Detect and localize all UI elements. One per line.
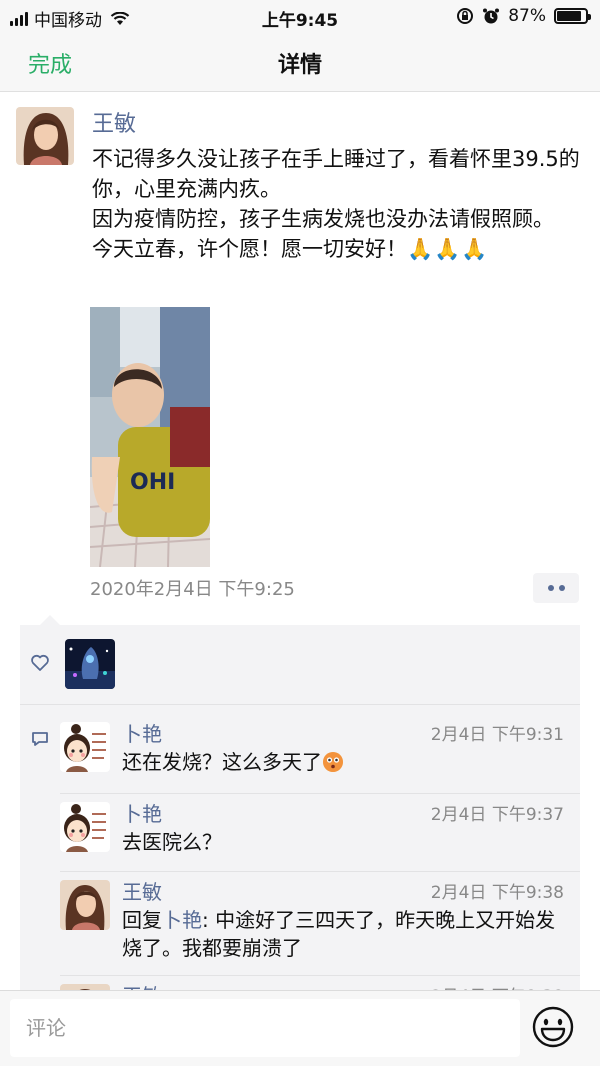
post-author-name[interactable]: 王敏 bbox=[92, 106, 136, 138]
comment-text: 还在发烧？这么多天了 bbox=[122, 750, 322, 774]
commenter-name[interactable]: 卜艳 bbox=[122, 718, 162, 747]
post-text-line: 不记得多久没让孩子在手上睡过了，看着怀里39.5的你，心里充满内疚。 bbox=[92, 147, 580, 201]
post-text: 不记得多久没让孩子在手上睡过了，看着怀里39.5的你，心里充满内疚。 因为疫情防… bbox=[92, 144, 582, 264]
author-avatar[interactable] bbox=[16, 107, 74, 165]
post-timestamp: 2020年2月4日 下午9:25 bbox=[90, 579, 295, 600]
rotation-lock-icon bbox=[457, 8, 474, 24]
comment-input[interactable] bbox=[10, 999, 520, 1057]
post-text-line: 今天立春，许个愿！愿一切安好！🙏🙏🙏 bbox=[92, 234, 582, 264]
commenter-avatar[interactable] bbox=[60, 802, 110, 852]
page-title: 详情 bbox=[277, 53, 322, 78]
heart-icon bbox=[31, 654, 49, 671]
comment-text: 去医院么？ bbox=[122, 830, 222, 854]
interaction-panel: 卜艳 2月4日 下午9:31 还在发烧？这么多天了 卜艳 2月4日 下午9:37… bbox=[20, 625, 580, 995]
post-photo[interactable]: OHI bbox=[90, 307, 210, 567]
liker-avatar[interactable] bbox=[65, 639, 115, 689]
nav-bar: 完成 详情 bbox=[0, 34, 600, 92]
commenter-name[interactable]: 卜艳 bbox=[122, 798, 162, 827]
emoji-button[interactable] bbox=[531, 1005, 575, 1049]
commenter-avatar[interactable] bbox=[60, 880, 110, 930]
alarm-icon bbox=[483, 8, 500, 24]
comment-time: 2月4日 下午9:38 bbox=[430, 883, 564, 903]
reply-prefix: 回复 bbox=[122, 908, 162, 932]
battery-percent: 87% bbox=[508, 6, 546, 26]
commenter-avatar[interactable] bbox=[60, 722, 110, 772]
battery-icon bbox=[554, 8, 591, 24]
comment-time: 2月4日 下午9:31 bbox=[430, 725, 564, 745]
comment-item[interactable]: 王敏 2月4日 下午9:38 回复卜艳: 中途好了三四天了，昨天晚上又开始发烧了… bbox=[60, 871, 580, 975]
comment-text-row: 还在发烧？这么多天了 bbox=[122, 748, 562, 776]
svg-text:OHI: OHI bbox=[130, 470, 175, 495]
panel-arrow bbox=[40, 615, 60, 625]
more-actions-button[interactable] bbox=[533, 573, 579, 603]
comment-item[interactable]: 卜艳 2月4日 下午9:31 还在发烧？这么多天了 bbox=[60, 722, 580, 796]
post-text-line: 因为疫情防控，孩子生病发烧也没办法请假照顾。 bbox=[92, 207, 554, 231]
comment-icon bbox=[32, 732, 48, 746]
comment-text-row: 回复卜艳: 中途好了三四天了，昨天晚上又开始发烧了。我都要崩溃了 bbox=[122, 906, 562, 962]
likes-row bbox=[20, 625, 580, 705]
battery-fill bbox=[557, 11, 582, 21]
post-text-line-content: 今天立春，许个愿！愿一切安好！ bbox=[92, 237, 407, 261]
comment-item[interactable]: 卜艳 2月4日 下午9:37 去医院么？ bbox=[60, 793, 580, 873]
pray-emoji: 🙏🙏🙏 bbox=[407, 237, 489, 261]
status-right: 87% bbox=[456, 6, 591, 26]
flushed-face-icon bbox=[323, 752, 343, 772]
reply-to-name[interactable]: 卜艳 bbox=[162, 908, 202, 932]
commenter-name[interactable]: 王敏 bbox=[122, 876, 162, 905]
done-button[interactable]: 完成 bbox=[28, 47, 72, 79]
reply-colon: : bbox=[202, 908, 216, 932]
comment-input-bar bbox=[0, 990, 600, 1066]
comment-time: 2月4日 下午9:37 bbox=[430, 805, 564, 825]
status-bar: 中国移动 上午9:45 87% bbox=[0, 0, 600, 34]
